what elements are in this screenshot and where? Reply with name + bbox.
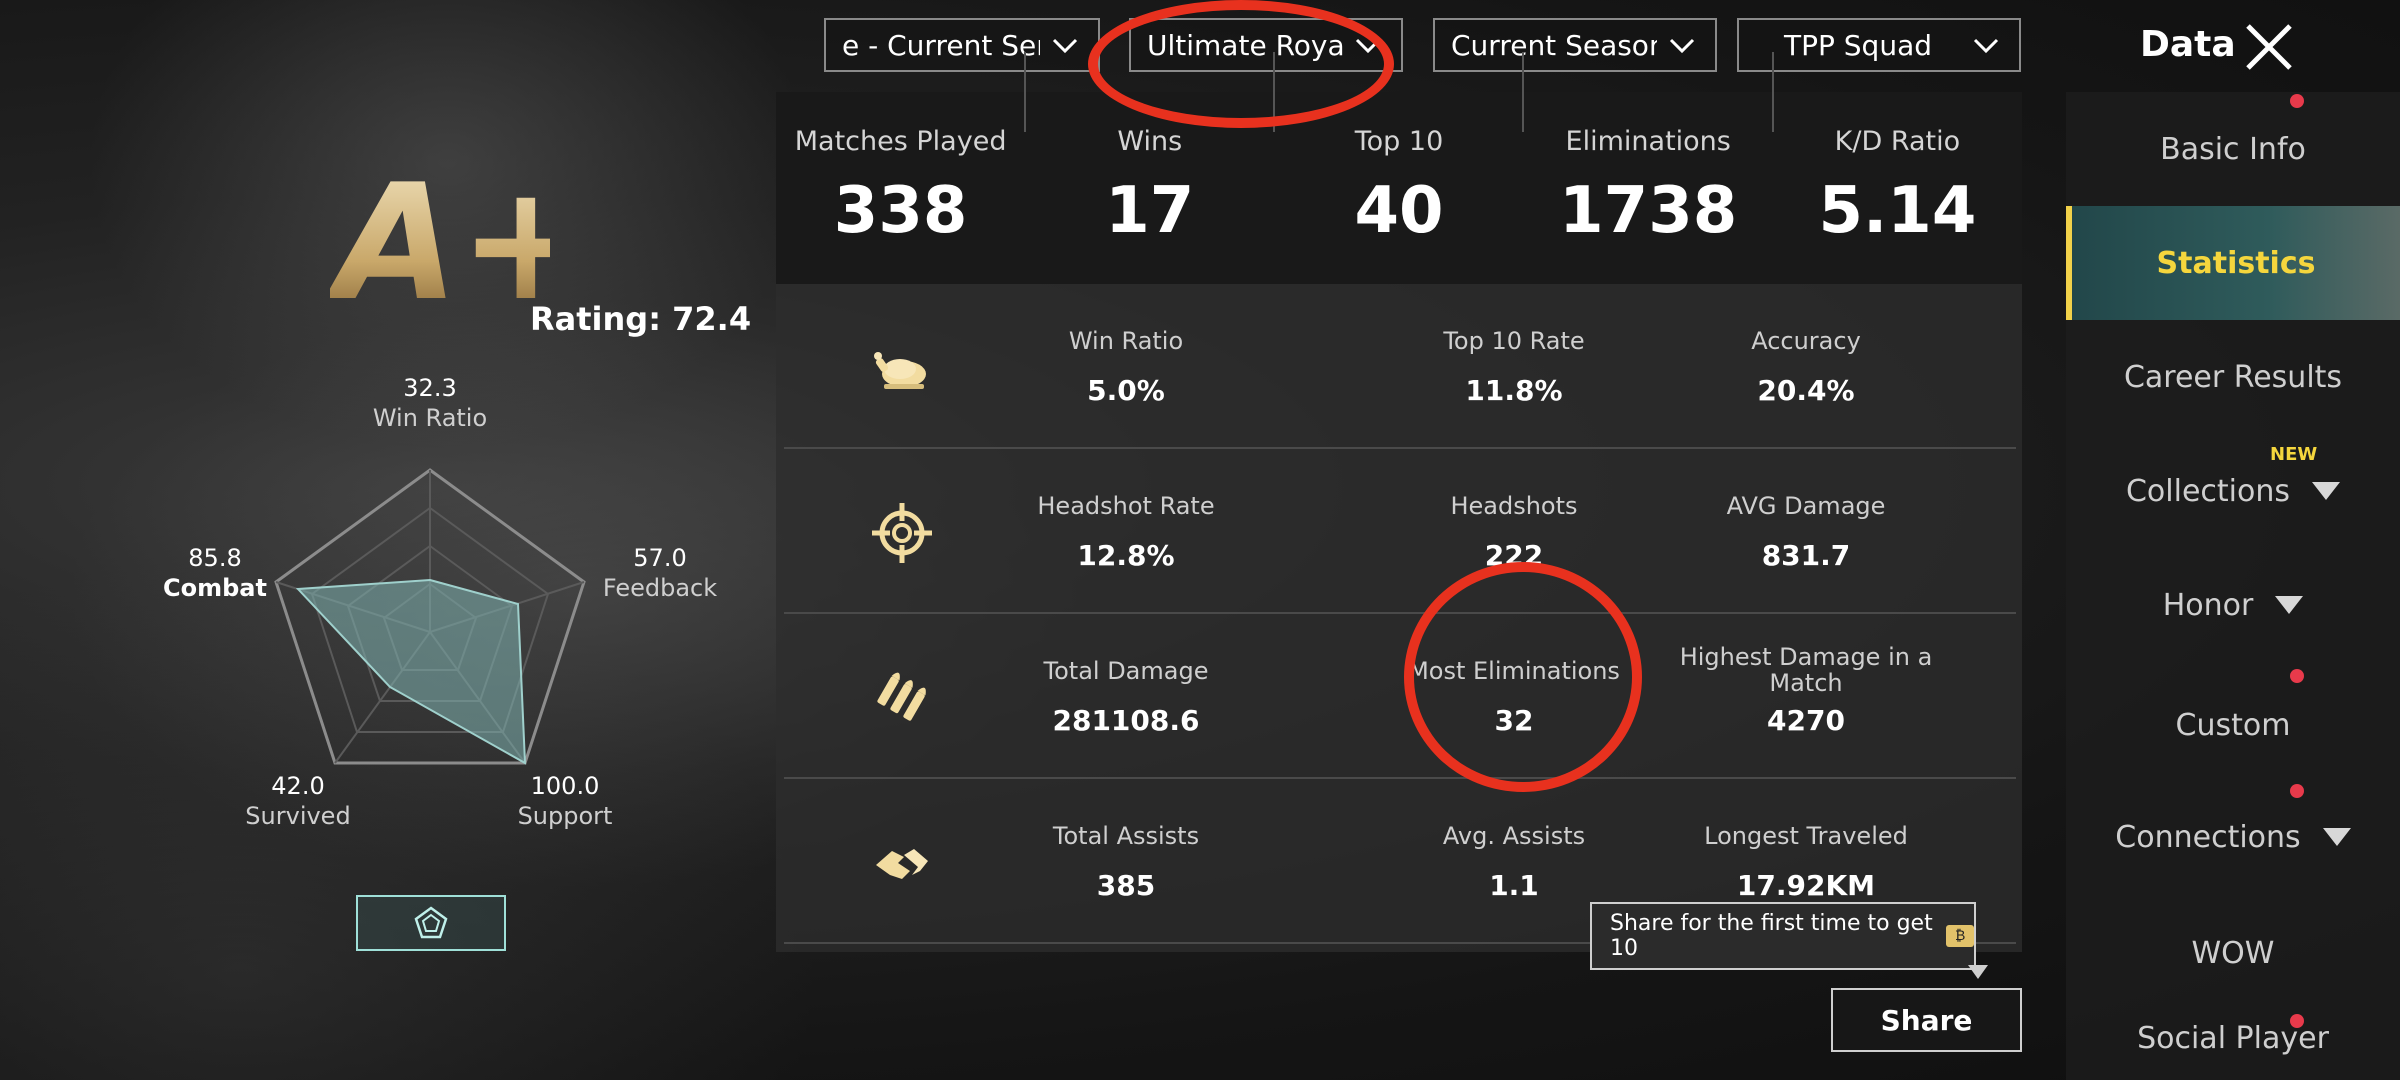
divider	[1522, 52, 1524, 132]
new-badge: NEW	[2270, 444, 2318, 465]
server-dropdown[interactable]: e - Current Servi	[824, 18, 1100, 72]
radar-toggle-button[interactable]	[356, 895, 506, 951]
season-dropdown[interactable]: Current Season	[1433, 18, 1717, 72]
stat-highest-damage: Highest Damage in a Match 4270	[1679, 643, 1933, 737]
stat-headshot-rate: Headshot Rate 12.8%	[1037, 492, 1215, 572]
sidebar-item-connections[interactable]: Connections	[2066, 780, 2400, 894]
stats-row-damage: Total Damage 281108.6 Most Eliminations …	[784, 614, 2016, 779]
summary-bar: Matches Played 338 Wins 17 Top 10 40 Eli…	[776, 92, 2022, 284]
page-title: Data	[2140, 24, 2236, 65]
radar-label-feedback: 57.0 Feedback	[602, 544, 718, 602]
stat-total-assists: Total Assists 385	[1052, 822, 1200, 902]
chevron-down-icon	[1669, 38, 1695, 54]
close-icon[interactable]	[2240, 18, 2298, 76]
sidebar-item-basic-info[interactable]: Basic Info	[2066, 92, 2400, 206]
sidebar-item-social-player[interactable]: Social Player	[2066, 996, 2400, 1080]
grade-text: A+	[330, 150, 550, 310]
stat-accuracy: Accuracy 20.4%	[1751, 327, 1861, 407]
server-dropdown-label: e - Current Servi	[842, 28, 1040, 62]
radar-fill	[295, 578, 527, 765]
crosshair-icon	[872, 503, 932, 563]
chicken-dinner-icon	[874, 352, 926, 389]
bullets-icon	[877, 672, 926, 721]
coupon-icon: ₿	[1946, 925, 1974, 947]
notification-dot	[2290, 784, 2304, 798]
radar-label-support: 100.0 Support	[517, 772, 613, 830]
radar-label-survived: 42.0 Survived	[245, 772, 351, 830]
radar-label-combat: 85.8 Combat	[163, 544, 267, 602]
grade-emblem: A+	[330, 150, 550, 310]
notification-dot	[2290, 94, 2304, 108]
chevron-down-icon	[1052, 38, 1078, 54]
annotation-circle	[1404, 562, 1642, 792]
sidebar-item-collections[interactable]: Collections	[2066, 434, 2400, 548]
summary-matches-played: Matches Played 338	[794, 126, 1007, 249]
expand-triangle-icon	[2275, 596, 2304, 614]
notification-dot	[2290, 1014, 2304, 1028]
notification-dot	[2290, 669, 2304, 683]
sidebar-item-custom[interactable]: Custom	[2066, 668, 2400, 782]
season-dropdown-label: Current Season	[1451, 28, 1657, 62]
divider	[1772, 52, 1774, 132]
sidebar-item-honor[interactable]: Honor	[2066, 548, 2400, 662]
stat-top10-rate: Top 10 Rate 11.8%	[1443, 327, 1585, 407]
summary-top10: Top 10 40	[1354, 126, 1444, 249]
expand-triangle-icon	[2322, 828, 2351, 846]
summary-kd-ratio: K/D Ratio 5.14	[1818, 126, 1977, 249]
squad-dropdown[interactable]: TPP Squad	[1737, 18, 2021, 72]
sidebar-item-wow[interactable]: WOW	[2066, 896, 2400, 1010]
radar-label-win-ratio: 32.3 Win Ratio	[372, 374, 488, 432]
stat-win-ratio: Win Ratio 5.0%	[1068, 327, 1184, 407]
tooltip-arrow	[1968, 965, 1988, 979]
share-tooltip-text: Share for the first time to get 10	[1610, 911, 1933, 961]
expand-triangle-icon	[2312, 482, 2341, 500]
summary-eliminations: Eliminations 1738	[1559, 126, 1738, 249]
stats-row-headshots: Headshot Rate 12.8% Headshots 222 AVG Da…	[784, 449, 2016, 614]
chevron-down-icon	[1973, 38, 1999, 54]
stat-avg-damage: AVG Damage 831.7	[1726, 492, 1886, 572]
divider	[1024, 52, 1026, 132]
share-tooltip: Share for the first time to get 10 ₿	[1590, 902, 1976, 970]
sidebar-item-statistics[interactable]: Statistics	[2066, 206, 2400, 320]
squad-dropdown-label: TPP Squad	[1784, 28, 1932, 62]
stats-row-ratios: Win Ratio 5.0% Top 10 Rate 11.8% Accurac…	[784, 284, 2016, 449]
stat-total-damage: Total Damage 281108.6	[1043, 657, 1209, 737]
handshake-icon	[876, 849, 928, 879]
rating-value: Rating: 72.4	[530, 300, 752, 338]
annotation-circle	[1088, 0, 1394, 128]
share-button[interactable]: Share	[1831, 988, 2022, 1052]
pentagon-icon	[414, 906, 448, 939]
sidebar-item-career-results[interactable]: Career Results	[2066, 320, 2400, 434]
